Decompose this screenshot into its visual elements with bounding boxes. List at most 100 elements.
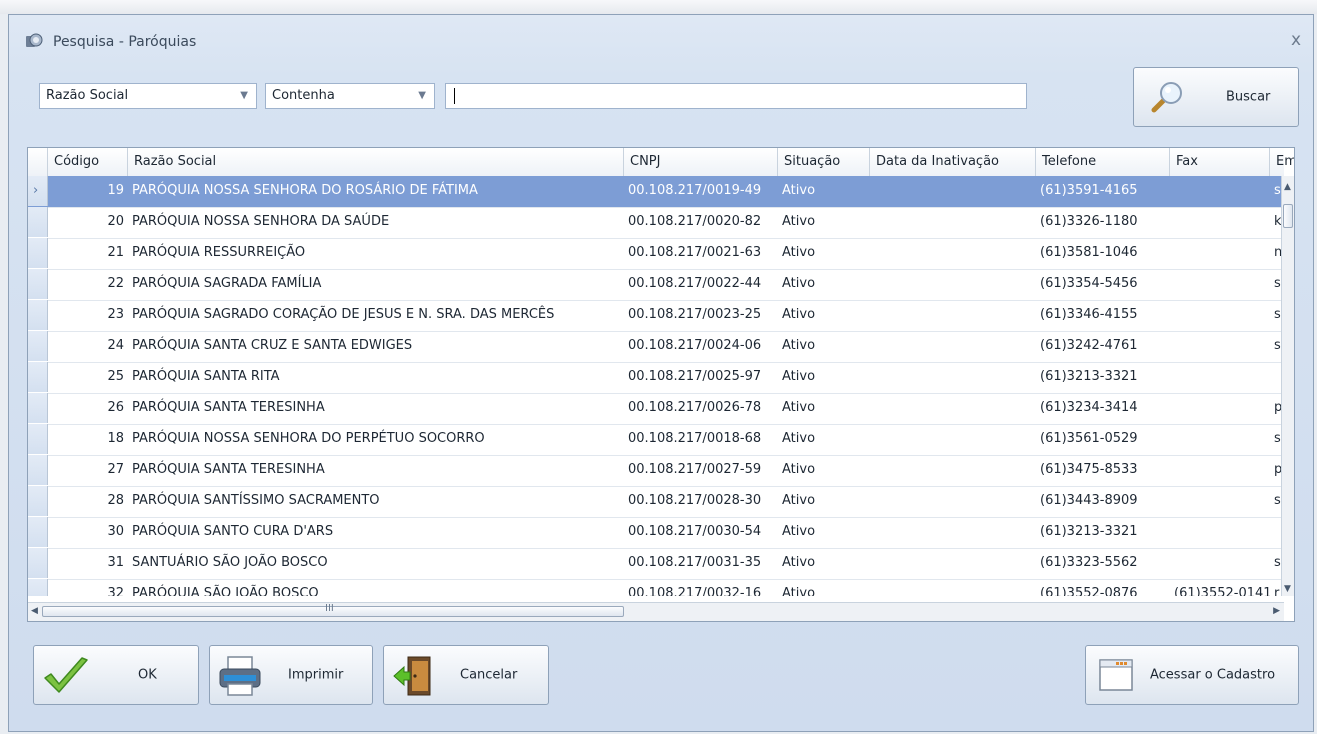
column-header-data-inativacao[interactable]: Data da Inativação [870, 148, 1036, 176]
table-row[interactable]: 23 PARÓQUIA SAGRADO CORAÇÃO DE JESUS E N.… [28, 300, 1284, 332]
row-indicator[interactable]: › [28, 176, 48, 206]
scroll-up-icon[interactable]: ▲ [1284, 182, 1291, 192]
row-indicator[interactable] [28, 331, 48, 361]
cell-data [870, 331, 1036, 361]
cell-telefone: (61)3234-3414 [1040, 400, 1138, 415]
column-header-situacao[interactable]: Situação [778, 148, 870, 176]
cell-fax [1170, 362, 1270, 392]
cancel-button-label: Cancelar [460, 667, 518, 683]
cell-fax [1170, 424, 1270, 454]
row-indicator[interactable] [28, 362, 48, 392]
search-input[interactable] [445, 83, 1027, 109]
cell-cnpj: 00.108.217/0028-30 [628, 493, 762, 508]
checkmark-icon [44, 657, 88, 693]
operator-select[interactable]: Contenha ▼ [265, 83, 435, 109]
ok-button[interactable]: OK [33, 645, 199, 705]
cell-fax [1170, 331, 1270, 361]
text-caret [454, 88, 455, 104]
row-indicator[interactable] [28, 517, 48, 547]
cell-telefone: (61)3323-5562 [1040, 555, 1138, 570]
column-header-razao-social[interactable]: Razão Social [128, 148, 624, 176]
cell-fax [1170, 176, 1270, 206]
cell-situacao: Ativo [782, 245, 816, 260]
print-button[interactable]: Imprimir [209, 645, 373, 705]
cell-telefone: (61)3326-1180 [1040, 214, 1138, 229]
cell-fax [1170, 207, 1270, 237]
cell-codigo: 27 [107, 462, 124, 477]
grid-body: › 19 PARÓQUIA NOSSA SENHORA DO ROSÁRIO DE … [28, 176, 1284, 596]
vertical-scroll-thumb[interactable] [1283, 204, 1293, 228]
cell-situacao: Ativo [782, 493, 816, 508]
horizontal-scrollbar[interactable]: ◀ III ▶ [28, 602, 1284, 621]
table-row[interactable]: 32 PARÓQUIA SÃO JOÃO BOSCO 00.108.217/0032… [28, 579, 1284, 596]
scroll-left-icon[interactable]: ◀ [31, 606, 38, 616]
cell-telefone: (61)3581-1046 [1040, 245, 1138, 260]
row-indicator[interactable] [28, 207, 48, 237]
table-row[interactable]: 25 PARÓQUIA SANTA RITA 00.108.217/0025-97 A… [28, 362, 1284, 394]
column-header-cnpj[interactable]: CNPJ [624, 148, 778, 176]
header-indicator [28, 148, 48, 176]
cell-data [870, 579, 1036, 596]
access-record-button[interactable]: Acessar o Cadastro [1085, 645, 1299, 705]
scroll-down-icon[interactable]: ▼ [1284, 584, 1291, 594]
row-indicator[interactable] [28, 486, 48, 516]
chevron-down-icon: ▼ [240, 90, 248, 101]
search-button[interactable]: Buscar [1133, 67, 1299, 127]
cell-fax [1170, 238, 1270, 268]
vertical-scrollbar[interactable]: ▲ ▼ [1281, 176, 1294, 596]
cell-fax [1170, 300, 1270, 330]
close-button[interactable]: x [1291, 30, 1301, 50]
cell-data [870, 207, 1036, 237]
access-record-button-label: Acessar o Cadastro [1150, 667, 1276, 683]
table-row[interactable]: 30 PARÓQUIA SANTO CURA D'ARS 00.108.217/00… [28, 517, 1284, 549]
results-grid: Código Razão Social CNPJ Situação Data d… [27, 147, 1295, 622]
table-row[interactable]: 28 PARÓQUIA SANTÍSSIMO SACRAMENTO 00.108.2… [28, 486, 1284, 518]
cell-codigo: 22 [107, 276, 124, 291]
cell-telefone: (61)3591-4165 [1040, 183, 1138, 198]
table-row[interactable]: › 19 PARÓQUIA NOSSA SENHORA DO ROSÁRIO DE … [28, 176, 1284, 208]
table-row[interactable]: 31 SANTUÁRIO SÃO JOÃO BOSCO 00.108.217/003… [28, 548, 1284, 580]
cell-data [870, 548, 1036, 578]
table-row[interactable]: 22 PARÓQUIA SAGRADA FAMÍLIA 00.108.217/002… [28, 269, 1284, 301]
cell-razao: PARÓQUIA RESSURREIÇÃO [132, 245, 306, 260]
cell-cnpj: 00.108.217/0032-16 [628, 586, 762, 596]
row-indicator[interactable] [28, 579, 48, 596]
table-row[interactable]: 27 PARÓQUIA SANTA TERESINHA 00.108.217/002… [28, 455, 1284, 487]
column-header-codigo[interactable]: Código [48, 148, 128, 176]
column-header-fax[interactable]: Fax [1170, 148, 1270, 176]
cell-situacao: Ativo [782, 214, 816, 229]
column-header-email[interactable]: Emai [1270, 148, 1294, 176]
cell-situacao: Ativo [782, 369, 816, 384]
table-row[interactable]: 21 PARÓQUIA RESSURREIÇÃO 00.108.217/0021-6… [28, 238, 1284, 270]
cell-situacao: Ativo [782, 431, 816, 446]
cell-codigo: 30 [107, 524, 124, 539]
table-row[interactable]: 26 PARÓQUIA SANTA TERESINHA 00.108.217/002… [28, 393, 1284, 425]
cell-codigo: 32 [107, 586, 124, 596]
print-button-label: Imprimir [288, 667, 344, 683]
cell-situacao: Ativo [782, 276, 816, 291]
column-header-telefone[interactable]: Telefone [1036, 148, 1170, 176]
cell-cnpj: 00.108.217/0025-97 [628, 369, 762, 384]
cancel-button[interactable]: Cancelar [383, 645, 549, 705]
operator-select-value: Contenha [272, 88, 335, 103]
scroll-right-icon[interactable]: ▶ [1273, 606, 1280, 616]
row-indicator[interactable] [28, 548, 48, 578]
cell-codigo: 24 [107, 338, 124, 353]
app-icon [26, 33, 43, 47]
row-indicator[interactable] [28, 424, 48, 454]
row-indicator[interactable] [28, 300, 48, 330]
cell-data [870, 269, 1036, 299]
row-indicator[interactable] [28, 269, 48, 299]
table-row[interactable]: 24 PARÓQUIA SANTA CRUZ E SANTA EDWIGES 00.… [28, 331, 1284, 363]
cell-razao: PARÓQUIA SANTÍSSIMO SACRAMENTO [132, 493, 380, 508]
row-indicator[interactable] [28, 238, 48, 268]
field-select[interactable]: Razão Social ▼ [39, 83, 257, 109]
table-row[interactable]: 18 PARÓQUIA NOSSA SENHORA DO PERPÉTUO SOC… [28, 424, 1284, 456]
cell-cnpj: 00.108.217/0021-63 [628, 245, 762, 260]
horizontal-scroll-thumb[interactable]: III [42, 603, 624, 617]
cell-telefone: (61)3475-8533 [1040, 462, 1138, 477]
row-indicator[interactable] [28, 455, 48, 485]
window-icon [1099, 659, 1133, 691]
row-indicator[interactable] [28, 393, 48, 423]
table-row[interactable]: 20 PARÓQUIA NOSSA SENHORA DA SAÚDE 00.108.… [28, 207, 1284, 239]
